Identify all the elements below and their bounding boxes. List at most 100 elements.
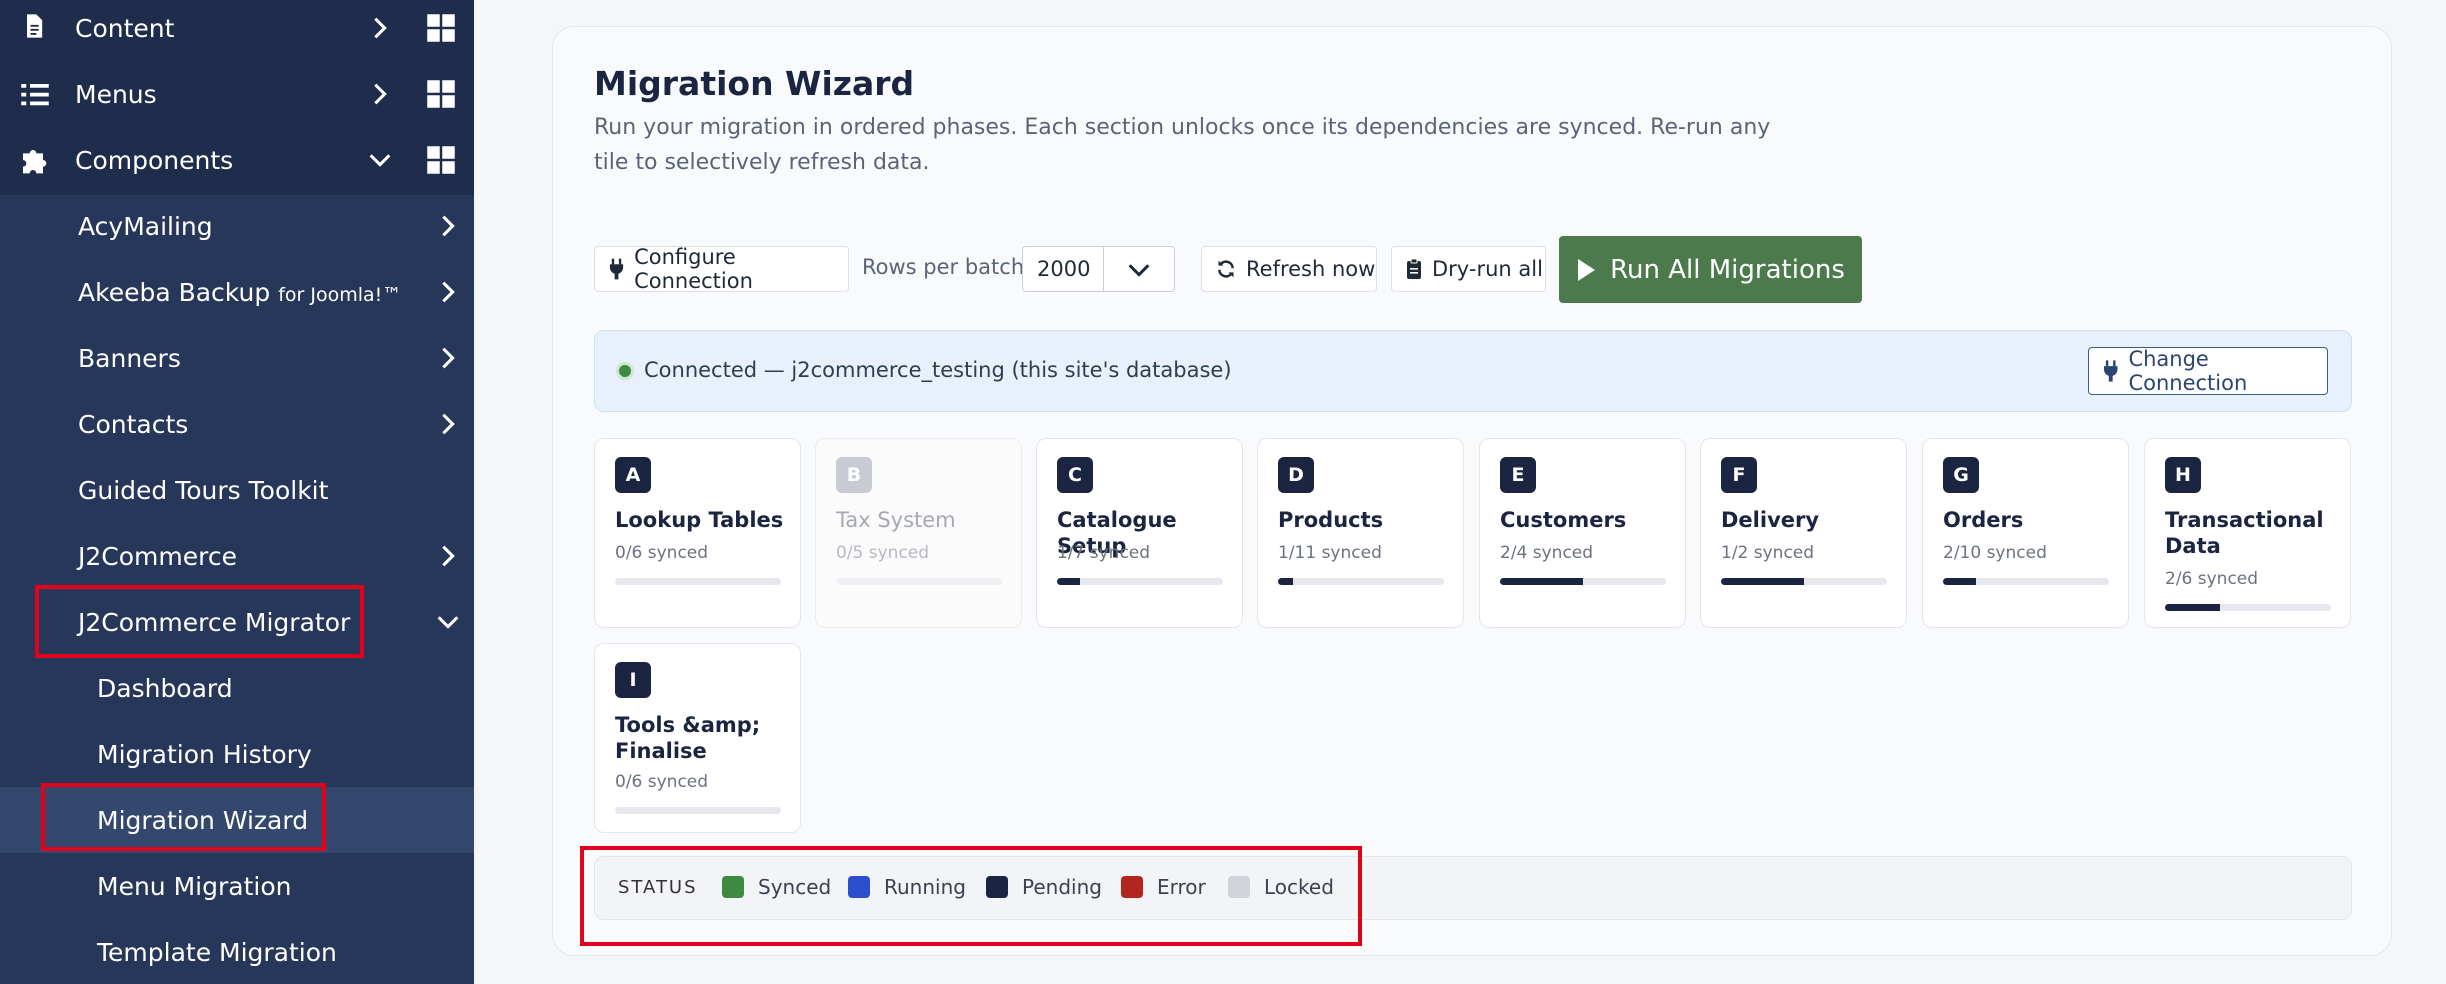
phase-tile-e[interactable]: E Customers 2/4 synced — [1479, 438, 1686, 628]
clipboard-icon — [1407, 258, 1421, 279]
phase-tile-b: B Tax System 0/5 synced — [815, 438, 1022, 628]
legend-label: Error — [1157, 875, 1206, 899]
rows-per-batch-value: 2000 — [1037, 257, 1091, 281]
configure-connection-button[interactable]: Configure Connection — [594, 245, 849, 293]
legend-swatch — [1228, 876, 1250, 898]
phase-tile-i[interactable]: I Tools &amp; Finalise 0/6 synced — [594, 643, 801, 833]
connection-status-dot — [616, 362, 634, 380]
chevron-right-icon[interactable] — [434, 278, 462, 306]
phase-letter-badge: C — [1057, 457, 1093, 493]
grid-icon[interactable] — [426, 79, 456, 109]
legend-item-running: Running — [848, 875, 966, 899]
grid-icon[interactable] — [426, 145, 456, 175]
phase-progress-bar — [1721, 578, 1887, 585]
phase-name: Customers — [1500, 508, 1627, 532]
phase-sync-count: 1/7 synced — [1057, 543, 1151, 563]
chevron-right-icon[interactable] — [434, 344, 462, 372]
sidebar-item-menu-migration[interactable]: Menu Migration — [0, 853, 474, 919]
sidebar-item-migration-history[interactable]: Migration History — [0, 721, 474, 787]
dry-run-all-label: Dry-run all — [1432, 257, 1543, 281]
plug-icon — [2103, 360, 2118, 382]
sidebar-item-label: J2Commerce — [78, 541, 237, 571]
phase-tile-f[interactable]: F Delivery 1/2 synced — [1700, 438, 1907, 628]
sidebar-item-label: Banners — [78, 343, 181, 373]
phase-letter-badge: A — [615, 457, 651, 493]
refresh-now-button[interactable]: Refresh now — [1201, 246, 1377, 292]
phase-progress-bar — [615, 807, 781, 814]
legend-label: Pending — [1022, 875, 1102, 899]
chevron-right-icon[interactable] — [366, 80, 394, 108]
chevron-right-icon[interactable] — [434, 212, 462, 240]
sidebar-item-template-migration[interactable]: Template Migration — [0, 919, 474, 984]
phase-name: Lookup Tables — [615, 508, 784, 532]
phase-tile-d[interactable]: D Products 1/11 synced — [1257, 438, 1464, 628]
sidebar-item-acymailing[interactable]: AcyMailing — [0, 193, 474, 259]
chevron-right-icon[interactable] — [366, 14, 394, 42]
sidebar-item-banners[interactable]: Banners — [0, 325, 474, 391]
run-all-migrations-label: Run All Migrations — [1610, 254, 1845, 285]
phase-progress-bar — [615, 578, 781, 585]
sidebar-item-label: Contacts — [78, 409, 189, 439]
phase-progress-fill — [1278, 578, 1293, 585]
legend-swatch — [1121, 876, 1143, 898]
refresh-icon — [1218, 260, 1234, 278]
phase-progress-fill — [1057, 578, 1081, 585]
sidebar-item-akeeba-backup[interactable]: Akeeba Backup for Joomla!™ — [0, 259, 474, 325]
sidebar-item-label: AcyMailing — [78, 211, 213, 241]
chevron-down-icon[interactable] — [434, 608, 462, 636]
phase-progress-bar — [1057, 578, 1223, 585]
legend-swatch — [986, 876, 1008, 898]
legend-label: Synced — [758, 875, 832, 899]
phase-sync-count: 0/6 synced — [615, 543, 709, 563]
legend-swatch — [722, 876, 744, 898]
rows-per-batch-select[interactable]: 2000 — [1022, 246, 1175, 292]
phase-progress-fill — [1500, 578, 1583, 585]
sidebar-item-contacts[interactable]: Contacts — [0, 391, 474, 457]
phase-name: Transactional Data — [2165, 508, 2324, 558]
change-connection-button[interactable]: Change Connection — [2088, 347, 2328, 395]
list-icon — [21, 84, 49, 106]
sidebar-item-label: Components — [75, 145, 234, 175]
legend-item-locked: Locked — [1228, 875, 1334, 899]
sidebar-item-label: Menus — [75, 79, 157, 109]
sidebar-item-label: Migration History — [97, 739, 312, 769]
phase-sync-count: 1/11 synced — [1278, 543, 1382, 563]
chevron-down-icon[interactable] — [366, 146, 394, 174]
run-all-migrations-button[interactable]: Run All Migrations — [1559, 236, 1862, 303]
grid-icon[interactable] — [426, 13, 456, 43]
phase-progress-fill — [1721, 578, 1804, 585]
sidebar-item-menus[interactable]: Menus — [0, 61, 474, 127]
sidebar-item-dashboard[interactable]: Dashboard — [0, 655, 474, 721]
phase-sync-count: 0/6 synced — [615, 772, 709, 792]
sidebar-item-label: Migration Wizard — [97, 805, 309, 835]
sidebar-item-j2commerce[interactable]: J2Commerce — [0, 523, 474, 589]
phase-name: Orders — [1943, 508, 2024, 532]
phase-tile-a[interactable]: A Lookup Tables 0/6 synced — [594, 438, 801, 628]
sidebar-item-guided-tours-toolkit[interactable]: Guided Tours Toolkit — [0, 457, 474, 523]
sidebar-item-label: Content — [75, 13, 175, 43]
chevron-right-icon[interactable] — [434, 542, 462, 570]
phase-progress-fill — [1943, 578, 1977, 585]
phase-letter-badge: D — [1278, 457, 1314, 493]
phase-sync-count: 2/4 synced — [1500, 543, 1594, 563]
sidebar-item-migration-wizard[interactable]: Migration Wizard — [0, 787, 474, 853]
phase-tile-h[interactable]: H Transactional Data 2/6 synced — [2144, 438, 2351, 628]
document-icon — [27, 14, 43, 38]
legend-item-error: Error — [1121, 875, 1206, 899]
phase-letter-badge: E — [1500, 457, 1536, 493]
dry-run-all-button[interactable]: Dry-run all — [1391, 246, 1546, 292]
chevron-right-icon[interactable] — [434, 410, 462, 438]
puzzle-icon — [23, 150, 47, 174]
sidebar-item-j2commerce-migrator[interactable]: J2Commerce Migrator — [0, 589, 474, 655]
legend-swatch — [848, 876, 870, 898]
phase-tile-c[interactable]: C Catalogue Setup 1/7 synced — [1036, 438, 1243, 628]
phase-progress-bar — [836, 578, 1002, 585]
phase-letter-badge: F — [1721, 457, 1757, 493]
sidebar-item-content[interactable]: Content — [0, 0, 474, 61]
phase-letter-badge: H — [2165, 457, 2201, 493]
phase-tile-g[interactable]: G Orders 2/10 synced — [1922, 438, 2129, 628]
sidebar: Content Menus Components AcyMailing Akee… — [0, 0, 474, 984]
sidebar-item-components[interactable]: Components — [0, 127, 474, 193]
phase-progress-bar — [2165, 604, 2331, 611]
sidebar-item-label: J2Commerce Migrator — [78, 607, 351, 637]
